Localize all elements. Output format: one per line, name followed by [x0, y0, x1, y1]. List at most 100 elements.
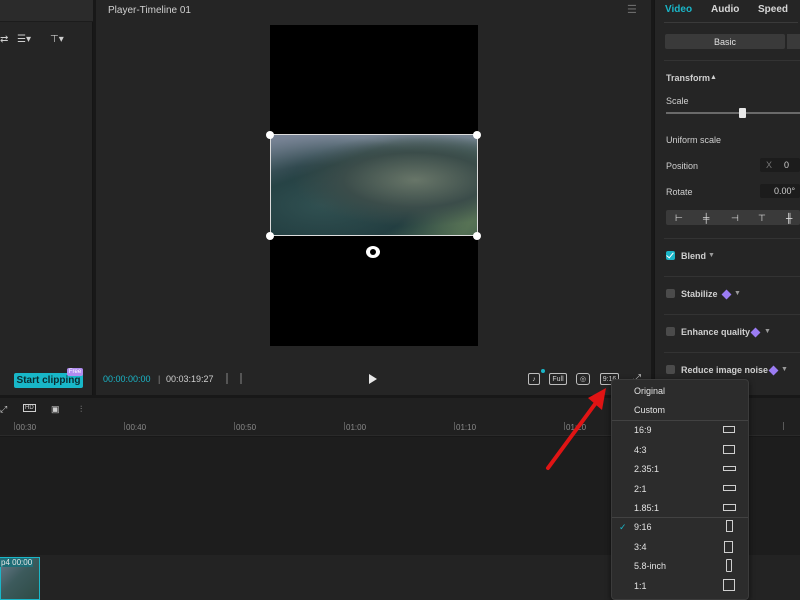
- grid-icon[interactable]: [226, 373, 242, 384]
- enhance-quality-label: Enhance quality: [681, 327, 751, 337]
- video-frame[interactable]: [270, 134, 478, 236]
- align-middle-icon[interactable]: ╫: [786, 213, 792, 223]
- menu-item-original[interactable]: Original: [634, 386, 665, 396]
- align-right-icon[interactable]: ⊣: [731, 213, 739, 224]
- audio-wave-icon[interactable]: ⫶: [80, 404, 82, 415]
- ratio-2-1-icon: [723, 485, 736, 491]
- play-icon[interactable]: [369, 374, 377, 384]
- resize-handle-bottom-right[interactable]: [473, 232, 481, 240]
- enhance-quality-checkbox[interactable]: [666, 327, 675, 336]
- divider: [664, 276, 800, 277]
- menu-item-5-8-inch[interactable]: 5.8-inch: [634, 561, 666, 571]
- ratio-2-35-1-icon: [723, 466, 736, 471]
- media-panel: [0, 0, 93, 395]
- tiktok-icon[interactable]: ♪: [528, 373, 540, 385]
- menu-item-2-1[interactable]: 2:1: [634, 484, 647, 494]
- split-icon[interactable]: ⤢: [0, 404, 7, 415]
- menu-divider: [612, 420, 748, 421]
- tick-label: 01:10: [456, 423, 477, 432]
- sort-icon[interactable]: ☰▾: [17, 34, 31, 45]
- time-separator: |: [158, 374, 161, 384]
- position-x-value: 0: [784, 160, 790, 170]
- scale-slider[interactable]: [666, 112, 800, 114]
- tick-mark: [234, 422, 235, 430]
- current-time: 00:00:00:00: [103, 374, 151, 384]
- chevron-down-icon[interactable]: ▼: [734, 290, 741, 297]
- align-left-icon[interactable]: ⊢: [675, 213, 683, 224]
- total-time: 00:03:19:27: [166, 374, 214, 384]
- uniform-scale-label: Uniform scale: [666, 135, 722, 145]
- red-arrow-annotation: [546, 388, 606, 470]
- divider: [664, 314, 800, 315]
- tab-speed[interactable]: Speed: [758, 4, 788, 15]
- tick-label: 00:30: [16, 423, 37, 432]
- tick-mark: [454, 422, 455, 430]
- position-label: Position: [666, 161, 699, 171]
- rotate-field[interactable]: 0.00°: [760, 184, 800, 198]
- checkmark-icon: ✓: [619, 522, 627, 532]
- menu-icon[interactable]: ☰: [627, 3, 637, 16]
- menu-item-2-35-1[interactable]: 2.35:1: [634, 464, 659, 474]
- chevron-down-icon[interactable]: ▼: [781, 366, 788, 373]
- resize-handle-bottom-left[interactable]: [266, 232, 274, 240]
- stabilize-checkbox[interactable]: [666, 289, 675, 298]
- tab-video[interactable]: Video: [665, 4, 692, 15]
- reduce-noise-label: Reduce image noise: [681, 365, 769, 375]
- menu-item-1-1[interactable]: 1:1: [634, 581, 647, 591]
- stabilize-label: Stabilize: [681, 289, 718, 299]
- align-top-icon[interactable]: ⊤: [758, 213, 766, 224]
- tick-mark: [783, 422, 784, 430]
- tick-mark: [14, 422, 15, 430]
- menu-item-9-16[interactable]: 9:16: [634, 522, 652, 532]
- ratio-1-85-1-icon: [723, 504, 736, 511]
- hd-icon[interactable]: HD: [23, 404, 36, 412]
- media-toolbar: ⇄ ☰▾ ⊤▾: [0, 34, 93, 50]
- filter-icon[interactable]: ⊤▾: [50, 34, 64, 45]
- ratio-3-4-icon: [724, 541, 733, 553]
- ratio-4-3-icon: [723, 445, 735, 454]
- tick-mark: [344, 422, 345, 430]
- menu-item-custom[interactable]: Custom: [634, 405, 665, 415]
- tick-label: 00:40: [126, 423, 147, 432]
- menu-item-4-3[interactable]: 4:3: [634, 445, 647, 455]
- tab-divider: [664, 22, 798, 23]
- clip-label: p4 00:00: [0, 558, 34, 567]
- position-x-field[interactable]: X 0: [760, 158, 800, 172]
- rotate-handle-icon[interactable]: [366, 246, 380, 258]
- phone-ratio-icon: [726, 559, 732, 572]
- ratio-16-9-icon: [723, 426, 735, 433]
- ratio-1-1-icon: [723, 579, 735, 591]
- player-title: Player-Timeline 01: [108, 5, 191, 16]
- transform-heading[interactable]: Transform: [666, 73, 710, 83]
- menu-item-1-85-1[interactable]: 1.85:1: [634, 503, 659, 513]
- resize-handle-top-left[interactable]: [266, 131, 274, 139]
- tick-mark: [124, 422, 125, 430]
- reduce-noise-checkbox[interactable]: [666, 365, 675, 374]
- chevron-down-icon[interactable]: ▼: [764, 328, 771, 335]
- link-icon[interactable]: ⇄: [0, 34, 8, 45]
- menu-divider: [612, 517, 748, 518]
- menu-item-3-4[interactable]: 3:4: [634, 542, 647, 552]
- chevron-up-icon[interactable]: ▲: [710, 74, 717, 81]
- x-axis-label: X: [766, 160, 773, 170]
- video-clip-icon[interactable]: ▣: [51, 404, 60, 415]
- ratio-9-16-icon: [726, 520, 733, 532]
- resize-handle-top-right[interactable]: [473, 131, 481, 139]
- blend-label: Blend: [681, 251, 707, 261]
- tab-next[interactable]: [787, 34, 800, 49]
- blend-checkbox[interactable]: [666, 251, 675, 260]
- scale-slider-handle[interactable]: [739, 108, 746, 118]
- tick-label: 01:00: [346, 423, 367, 432]
- rotate-label: Rotate: [666, 187, 693, 197]
- free-badge: Free: [67, 368, 83, 376]
- tab-basic[interactable]: Basic: [665, 34, 785, 49]
- divider: [664, 60, 800, 61]
- media-panel-header: [0, 0, 93, 22]
- menu-item-16-9[interactable]: 16:9: [634, 425, 652, 435]
- tab-audio[interactable]: Audio: [711, 4, 739, 15]
- notification-dot: [541, 369, 545, 373]
- chevron-down-icon[interactable]: ▼: [708, 252, 715, 259]
- tick-label: 00:50: [236, 423, 257, 432]
- align-center-icon[interactable]: ╪: [703, 213, 709, 223]
- divider: [664, 238, 800, 239]
